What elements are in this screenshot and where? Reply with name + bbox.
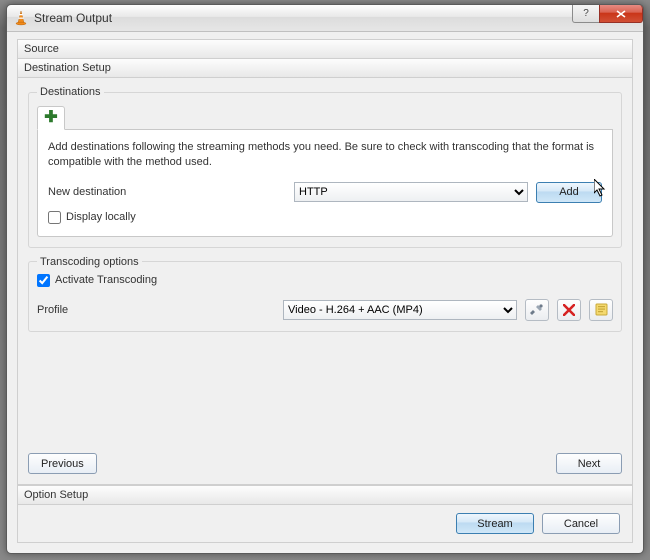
close-button[interactable]: [599, 5, 643, 23]
transcoding-legend: Transcoding options: [37, 256, 142, 268]
new-destination-row: New destination HTTP Add: [48, 182, 602, 203]
section-destination-setup[interactable]: Destination Setup: [17, 58, 633, 78]
display-locally-label: Display locally: [66, 211, 136, 223]
delete-profile-button[interactable]: [557, 299, 581, 321]
edit-profile-button[interactable]: [525, 299, 549, 321]
destinations-help-text: Add destinations following the streaming…: [48, 140, 602, 170]
wizard-nav: Previous Next: [28, 453, 622, 474]
display-locally-input[interactable]: [48, 211, 61, 224]
new-destination-label: New destination: [48, 186, 286, 198]
help-button[interactable]: ?: [572, 5, 600, 23]
previous-button[interactable]: Previous: [28, 453, 97, 474]
profile-row: Profile Video - H.264 + AAC (MP4): [37, 299, 613, 321]
profile-select[interactable]: Video - H.264 + AAC (MP4): [283, 300, 517, 320]
section-source[interactable]: Source: [17, 39, 633, 59]
add-destination-pane: Add destinations following the streaming…: [37, 130, 613, 237]
transcoding-group: Transcoding options Activate Transcoding…: [28, 256, 622, 332]
destinations-legend: Destinations: [37, 86, 104, 98]
add-destination-tab[interactable]: ✚: [37, 106, 65, 130]
dialog-footer: Stream Cancel: [17, 505, 633, 543]
activate-transcoding-input[interactable]: [37, 274, 50, 287]
destinations-tabbar: ✚: [37, 106, 613, 130]
destination-protocol-select[interactable]: HTTP: [294, 182, 528, 202]
plus-icon: ✚: [44, 110, 57, 126]
new-profile-button[interactable]: [589, 299, 613, 321]
delete-icon: [563, 304, 575, 316]
dialog-content: Source Destination Setup Destinations ✚ …: [7, 32, 643, 553]
destination-setup-body: Destinations ✚ Add destinations followin…: [17, 78, 633, 485]
vlc-cone-icon: [13, 10, 29, 26]
add-button[interactable]: Add: [536, 182, 602, 203]
profile-label: Profile: [37, 304, 275, 316]
close-icon: [616, 10, 626, 18]
save-profile-icon: [595, 303, 608, 316]
display-locally-checkbox[interactable]: Display locally: [48, 211, 602, 224]
next-button[interactable]: Next: [556, 453, 622, 474]
window-title: Stream Output: [34, 11, 112, 25]
activate-transcoding-checkbox[interactable]: Activate Transcoding: [37, 274, 613, 287]
stream-button[interactable]: Stream: [456, 513, 534, 534]
stream-output-dialog: Stream Output ? Source Destination Setup…: [6, 4, 644, 554]
destinations-group: Destinations ✚ Add destinations followin…: [28, 86, 622, 248]
section-option-setup[interactable]: Option Setup: [17, 485, 633, 505]
window-buttons: ?: [573, 5, 643, 23]
titlebar[interactable]: Stream Output ?: [7, 5, 643, 32]
activate-transcoding-label: Activate Transcoding: [55, 274, 157, 286]
tools-icon: [530, 303, 544, 317]
cancel-button[interactable]: Cancel: [542, 513, 620, 534]
